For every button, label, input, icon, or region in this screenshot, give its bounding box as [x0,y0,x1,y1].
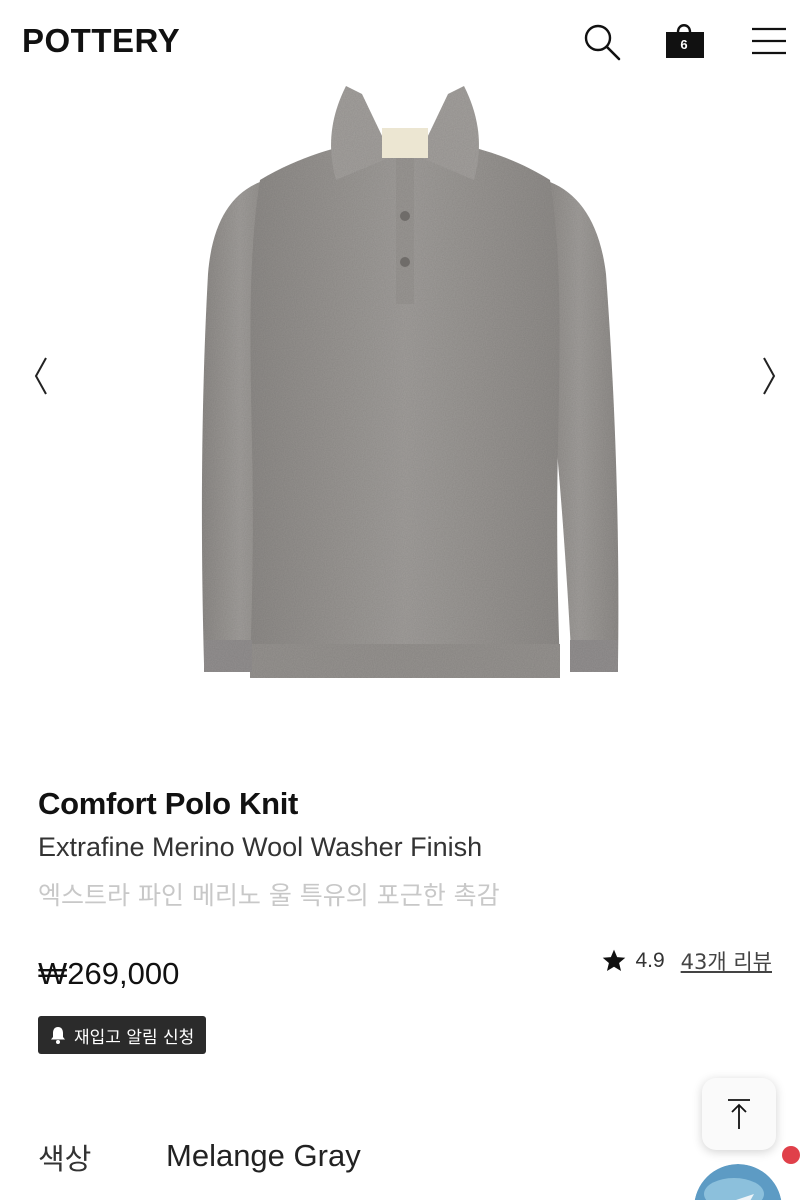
restock-alert-label: 재입고 알림 신청 [74,1027,195,1048]
product-description: 엑스트라 파인 메리노 울 특유의 포근한 촉감 [38,881,500,910]
chevron-left-icon [34,357,47,395]
next-image-button[interactable] [754,354,784,398]
previous-image-button[interactable] [26,354,56,398]
brand-logo[interactable]: POTTERY [22,22,180,60]
reviews-link[interactable]: 43개 리뷰 [681,946,772,976]
arrow-up-icon [728,1099,750,1129]
site-header: POTTERY 6 [0,0,810,84]
product-image-gallery [0,84,810,750]
color-label: 색상 [38,1142,92,1176]
search-button[interactable] [582,22,622,62]
notification-dot [782,1146,800,1164]
search-icon [584,24,621,61]
product-subtitle: Extrafine Merino Wool Washer Finish [38,832,483,862]
cart-button[interactable]: 6 [664,20,708,62]
color-value: Melange Gray [166,1138,361,1173]
chevron-right-icon [763,357,776,395]
product-image [201,86,619,678]
bell-icon [51,1027,65,1044]
menu-button[interactable] [750,24,788,58]
cart-count-badge: 6 [680,37,688,52]
product-title: Comfort Polo Knit [38,786,299,821]
scroll-to-top-button[interactable] [702,1078,776,1150]
hamburger-menu-icon [752,27,786,55]
restock-alert-button[interactable]: 재입고 알림 신청 [38,1016,207,1054]
product-price: ₩269,000 [38,956,180,991]
rating-summary: 4.9 43개 리뷰 [601,946,772,976]
star-icon [603,949,626,971]
color-option-row: 색상 Melange Gray [38,1136,778,1176]
rating-value: 4.9 [635,949,665,972]
